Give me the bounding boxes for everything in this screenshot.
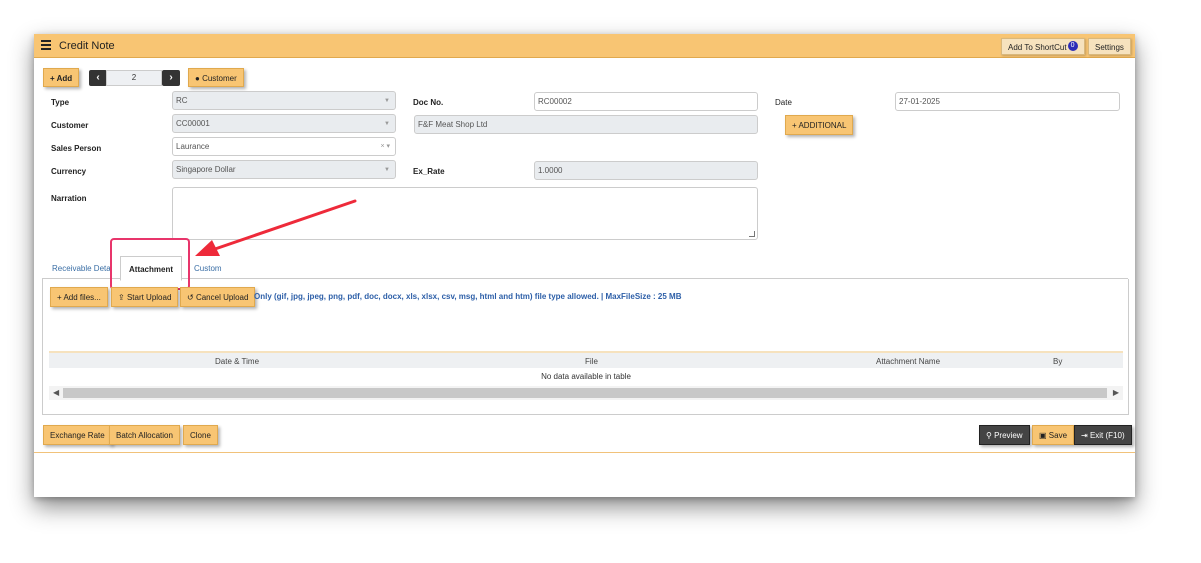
user-icon: ● xyxy=(195,74,200,83)
salesperson-label: Sales Person xyxy=(51,144,102,153)
add-files-button[interactable]: + Add files... xyxy=(50,287,108,307)
type-label: Type xyxy=(51,98,70,107)
salesperson-value: Laurance xyxy=(176,142,210,151)
tab-custom[interactable]: Custom xyxy=(194,264,222,273)
tab-receivable-detail[interactable]: Receivable Detail xyxy=(52,264,110,273)
batch-allocation-button[interactable]: Batch Allocation xyxy=(109,425,180,445)
table-empty-message: No data available in table xyxy=(541,372,631,381)
customer-label: Customer xyxy=(51,121,89,130)
exit-label: Exit (F10) xyxy=(1089,431,1125,440)
menu-icon[interactable] xyxy=(41,40,51,50)
undo-icon: ↺ xyxy=(187,293,194,302)
chevron-left-icon[interactable]: ‹ xyxy=(89,70,107,86)
floppy-icon: ▣ xyxy=(1039,431,1047,440)
cancel-upload-label: Cancel Upload xyxy=(195,293,249,302)
customer-name-field: F&F Meat Shop Ltd xyxy=(414,115,758,134)
settings-button[interactable]: Settings xyxy=(1088,38,1131,55)
horizontal-scrollbar[interactable]: ◀ ▶ xyxy=(49,386,1123,400)
column-file[interactable]: File xyxy=(585,357,598,366)
save-button[interactable]: ▣ Save xyxy=(1032,425,1075,445)
resize-handle-icon[interactable] xyxy=(749,231,755,237)
currency-label: Currency xyxy=(51,167,87,176)
customer-code-value: CC00001 xyxy=(176,119,210,128)
salesperson-select[interactable]: Laurance × ▾ xyxy=(172,137,396,156)
scroll-left-icon[interactable]: ◀ xyxy=(53,388,59,397)
page-title: Credit Note xyxy=(59,40,115,52)
narration-label: Narration xyxy=(51,194,87,203)
title-bar: Credit Note Add To ShortCut 0 Settings xyxy=(34,34,1135,58)
type-select[interactable]: RC ▼ xyxy=(172,91,396,110)
attachment-table-header: Date & Time File Attachment Name By xyxy=(49,351,1123,368)
scrollbar-thumb[interactable] xyxy=(63,388,1107,398)
exit-button[interactable]: ⇥ Exit (F10) xyxy=(1074,425,1132,445)
column-by[interactable]: By xyxy=(1053,357,1062,366)
credit-note-window: Credit Note Add To ShortCut 0 Settings + … xyxy=(34,34,1135,497)
docno-input[interactable]: RC00002 xyxy=(534,92,758,111)
chevron-down-icon: ▼ xyxy=(384,167,390,173)
upload-icon: ⇪ xyxy=(118,293,125,302)
shortcut-count-badge: 0 xyxy=(1067,41,1078,51)
currency-select[interactable]: Singapore Dollar ▼ xyxy=(172,160,396,179)
exchange-rate-button[interactable]: Exchange Rate xyxy=(43,425,112,445)
date-input[interactable]: 27-01-2025 xyxy=(895,92,1120,111)
footer-divider xyxy=(34,452,1135,453)
start-upload-label: Start Upload xyxy=(126,293,172,302)
customer-button[interactable]: ● Customer xyxy=(188,68,244,87)
customer-button-label: Customer xyxy=(202,74,237,83)
column-attachment-name[interactable]: Attachment Name xyxy=(876,357,940,366)
column-date-time[interactable]: Date & Time xyxy=(215,357,259,366)
scroll-right-icon[interactable]: ▶ xyxy=(1113,388,1119,397)
exrate-input[interactable]: 1.0000 xyxy=(534,161,758,180)
exrate-label: Ex_Rate xyxy=(413,167,445,176)
add-button[interactable]: + Add xyxy=(43,68,80,87)
currency-value: Singapore Dollar xyxy=(176,165,236,174)
exit-icon: ⇥ xyxy=(1081,431,1088,440)
type-value: RC xyxy=(176,96,188,105)
narration-textarea[interactable] xyxy=(172,187,758,240)
chevron-down-icon: ▼ xyxy=(384,121,390,127)
start-upload-button[interactable]: ⇪ Start Upload xyxy=(111,287,179,307)
date-label: Date xyxy=(775,98,792,107)
docno-label: Doc No. xyxy=(413,98,444,107)
add-to-shortcut-button[interactable]: Add To ShortCut 0 xyxy=(1001,38,1085,55)
chevron-down-icon: ▼ xyxy=(384,98,390,104)
preview-label: Preview xyxy=(994,431,1023,440)
save-label: Save xyxy=(1048,431,1068,440)
file-type-note: Only (gif, jpg, jpeg, png, pdf, doc, doc… xyxy=(254,292,682,301)
clone-button[interactable]: Clone xyxy=(183,425,218,445)
customer-select[interactable]: CC00001 ▼ xyxy=(172,114,396,133)
clear-icon[interactable]: × ▾ xyxy=(380,142,390,150)
search-icon: ⚲ xyxy=(986,431,992,440)
cancel-upload-button[interactable]: ↺ Cancel Upload xyxy=(180,287,256,307)
add-to-shortcut-label: Add To ShortCut xyxy=(1008,43,1067,52)
page-number-input[interactable]: 2 xyxy=(106,70,162,86)
chevron-right-icon[interactable]: › xyxy=(162,70,180,86)
preview-button[interactable]: ⚲ Preview xyxy=(979,425,1030,445)
additional-button[interactable]: + ADDITIONAL xyxy=(785,115,854,135)
